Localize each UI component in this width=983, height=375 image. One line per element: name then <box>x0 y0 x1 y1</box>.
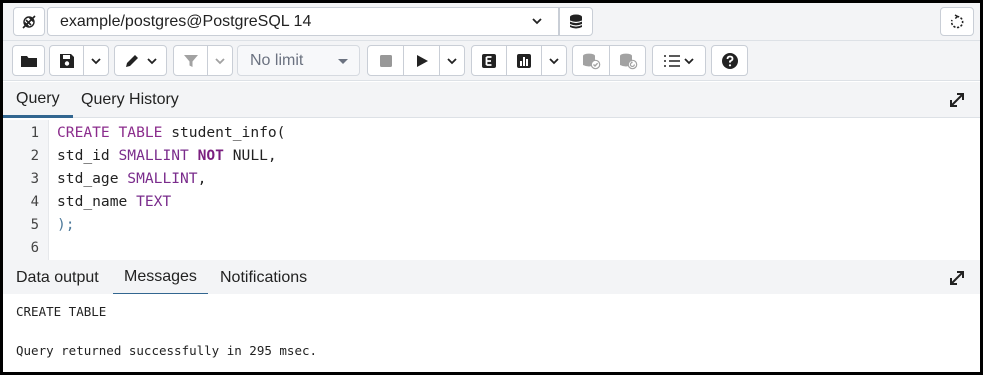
code-token: std_name <box>57 193 137 210</box>
chevron-down-icon <box>215 57 225 64</box>
query-tool-window: example/postgres@PostgreSQL 14 No limit … <box>3 3 980 372</box>
code-token: , <box>197 170 207 187</box>
execution-button-group <box>367 45 465 76</box>
tab-notifications-label: Notifications <box>220 269 308 286</box>
code-token: SMALLINT <box>118 147 189 164</box>
chevron-down-icon <box>549 57 559 64</box>
code-line: std_name TEXT <box>57 193 171 210</box>
chevron-down-icon <box>447 57 457 64</box>
save-button[interactable] <box>50 46 84 75</box>
code-token: NOT <box>197 147 224 164</box>
filter-button[interactable] <box>174 46 208 75</box>
explain-button[interactable] <box>472 46 507 75</box>
tab-messages-label: Messages <box>124 267 197 285</box>
code-token: std_age <box>57 170 128 187</box>
tab-data-output[interactable]: Data output <box>16 260 99 296</box>
filter-icon <box>183 54 198 67</box>
open-file-button[interactable] <box>12 45 45 76</box>
connection-select[interactable]: example/postgres@PostgreSQL 14 <box>47 7 559 36</box>
database-rollback-icon <box>619 53 637 69</box>
play-icon <box>416 54 428 67</box>
code-line: std_age SMALLINT, <box>57 170 206 187</box>
refresh-icon <box>950 13 964 28</box>
explain-button-group <box>471 45 567 76</box>
database-commit-icon <box>583 53 601 69</box>
maximize-results-icon[interactable] <box>948 269 966 287</box>
disconnected-plug-icon <box>22 14 36 29</box>
code-token: ); <box>57 216 75 233</box>
code-token: SMALLINT <box>127 170 198 187</box>
code-line: CREATE TABLE student_info( <box>57 124 285 141</box>
code-token: CREATE <box>57 124 110 141</box>
bar-chart-icon <box>517 53 531 68</box>
explain-icon <box>482 53 496 68</box>
code-line: ); <box>57 216 75 233</box>
save-icon <box>59 53 74 68</box>
pen-icon <box>125 54 138 67</box>
folder-icon <box>20 55 37 67</box>
tab-query-history-label: Query History <box>81 91 179 108</box>
save-button-group <box>49 45 109 76</box>
list-icon <box>664 54 680 67</box>
tab-query-history[interactable]: Query History <box>81 82 179 118</box>
tab-notifications[interactable]: Notifications <box>220 260 307 296</box>
tab-data-output-label: Data output <box>16 269 99 286</box>
message-line: CREATE TABLE <box>16 304 107 319</box>
results-tab-bar: Data output Messages Notifications <box>3 260 980 296</box>
stop-icon <box>379 54 392 67</box>
commit-button[interactable] <box>573 46 610 75</box>
messages-panel: CREATE TABLE Query returned successfully… <box>3 294 980 372</box>
line-number: 2 <box>30 148 39 164</box>
save-options-dropdown[interactable] <box>84 46 108 75</box>
stop-button[interactable] <box>368 46 404 75</box>
execute-options-dropdown[interactable] <box>440 46 464 75</box>
sql-editor[interactable]: 1 2 3 4 5 6 CREATE TABLE student_info( std_id … <box>3 120 980 260</box>
tab-query-label: Query <box>16 89 60 107</box>
row-limit-select[interactable]: No limit <box>237 45 360 76</box>
macros-menu-button[interactable] <box>652 45 706 76</box>
connection-label: example/postgres@PostgreSQL 14 <box>60 12 312 30</box>
query-toolbar: No limit <box>3 41 980 81</box>
chevron-down-icon <box>532 18 542 25</box>
chevron-down-icon <box>146 57 157 64</box>
connection-bar: example/postgres@PostgreSQL 14 <box>3 3 980 41</box>
transaction-button-group <box>572 45 646 76</box>
new-connection-button[interactable] <box>559 7 593 36</box>
editor-tab-bar: Query Query History <box>3 82 980 118</box>
help-button[interactable] <box>711 45 748 76</box>
refresh-button[interactable] <box>940 7 974 36</box>
explain-options-dropdown[interactable] <box>542 46 566 75</box>
database-icon <box>569 14 583 28</box>
line-number-gutter: 1 2 3 4 5 6 <box>3 120 49 260</box>
explain-analyze-button[interactable] <box>507 46 542 75</box>
edit-menu-button[interactable] <box>114 45 167 76</box>
line-number: 6 <box>30 240 39 256</box>
connection-status-button[interactable] <box>13 7 45 36</box>
code-token: NULL, <box>223 147 277 164</box>
code-token: TABLE <box>118 124 163 141</box>
code-line: std_id SMALLINT NOT NULL, <box>57 147 277 164</box>
help-icon <box>721 52 738 69</box>
row-limit-value: No limit <box>250 51 304 69</box>
line-number: 1 <box>30 125 39 141</box>
chevron-down-icon <box>91 57 101 64</box>
tab-query[interactable]: Query <box>3 82 73 118</box>
line-number: 3 <box>30 171 39 187</box>
chevron-down-icon <box>684 57 694 64</box>
execute-button[interactable] <box>404 46 440 75</box>
rollback-button[interactable] <box>610 46 645 75</box>
maximize-editor-icon[interactable] <box>948 91 966 109</box>
filter-button-group <box>173 45 233 76</box>
code-token: std_id <box>57 147 119 164</box>
code-token: student_info( <box>162 124 286 141</box>
tab-messages[interactable]: Messages <box>113 260 208 296</box>
message-line: Query returned successfully in 295 msec. <box>16 343 318 358</box>
code-token: TEXT <box>136 193 172 210</box>
line-number: 5 <box>30 217 39 233</box>
line-number: 4 <box>30 194 39 210</box>
filter-options-dropdown[interactable] <box>208 46 232 75</box>
caret-down-icon <box>338 59 348 64</box>
